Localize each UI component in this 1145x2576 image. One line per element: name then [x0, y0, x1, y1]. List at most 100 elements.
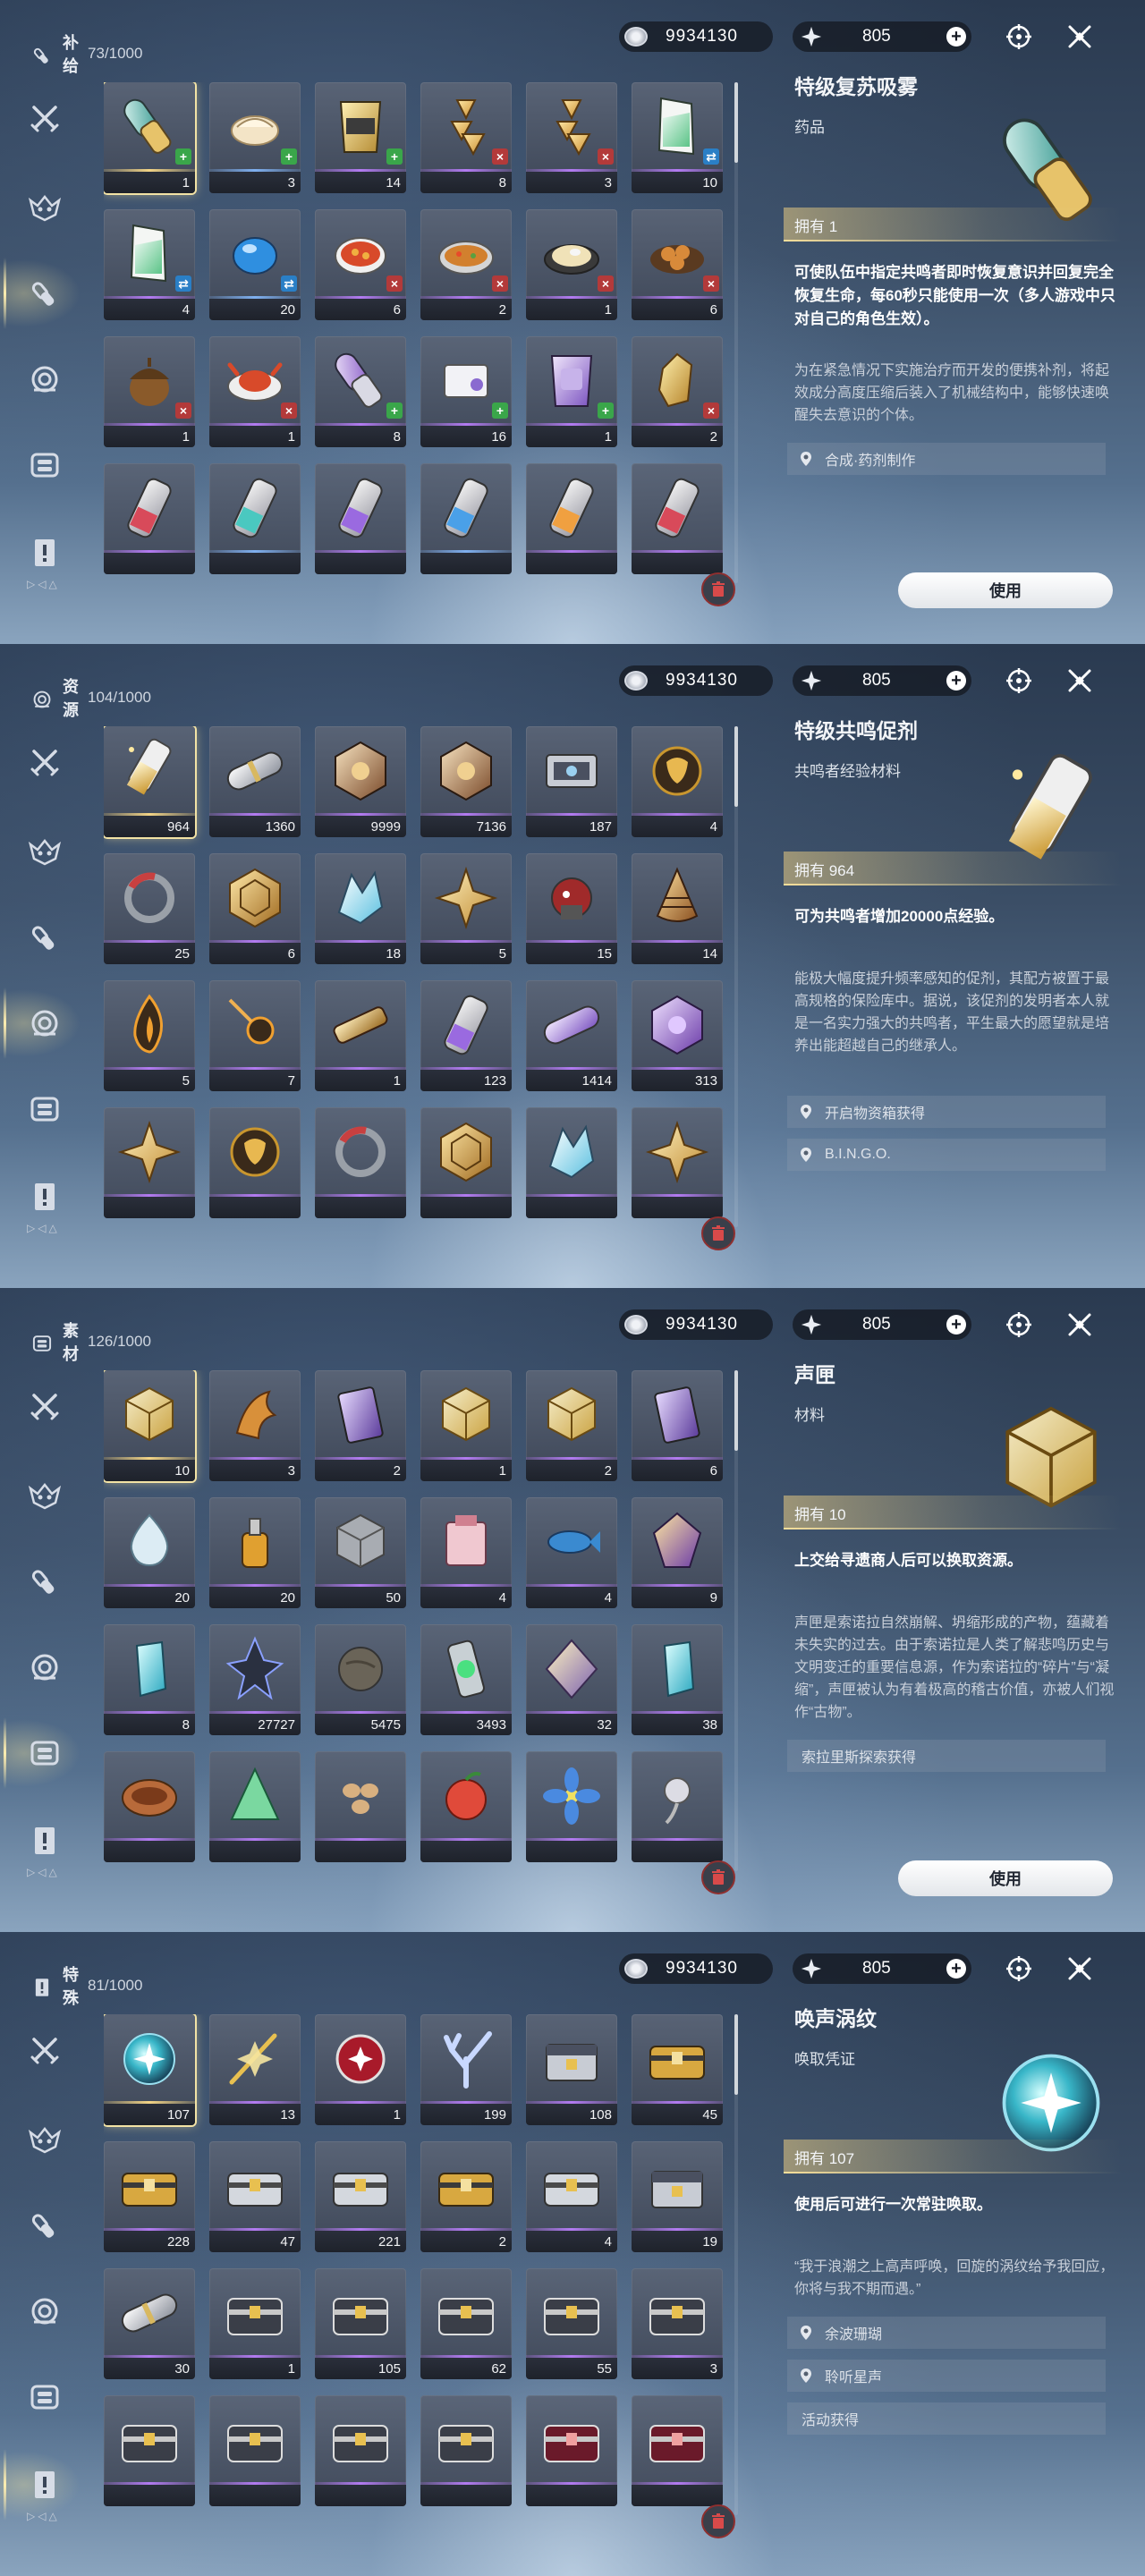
item-slot[interactable] [526, 1107, 617, 1218]
item-slot[interactable]: 1 [420, 1370, 512, 1481]
item-slot[interactable]: 6 [632, 1370, 723, 1481]
item-slot[interactable]: 14 [632, 853, 723, 964]
item-slot[interactable]: 55 [526, 2268, 617, 2379]
sort-toggle-icon[interactable]: ▷◁△ [27, 1222, 60, 1234]
item-slot[interactable]: + 8 [315, 336, 406, 447]
item-slot[interactable] [632, 463, 723, 574]
item-slot[interactable] [315, 2395, 406, 2506]
sidebar-tab-echo-mask[interactable] [23, 186, 66, 229]
discard-button[interactable] [701, 1860, 735, 1894]
item-slot[interactable]: 1 [209, 2268, 301, 2379]
item-slot[interactable]: ⇄ 10 [632, 82, 723, 193]
sidebar-tab-gear-core[interactable] [0, 987, 81, 1059]
close-button[interactable] [1063, 1952, 1097, 1986]
item-slot[interactable]: 228 [104, 2141, 195, 2252]
item-slot[interactable] [526, 1751, 617, 1862]
item-slot[interactable]: + 14 [315, 82, 406, 193]
item-slot[interactable] [315, 1751, 406, 1862]
sidebar-tab-gear-core[interactable] [23, 2290, 66, 2333]
item-slot[interactable] [632, 1751, 723, 1862]
item-slot[interactable]: 105 [315, 2268, 406, 2379]
item-slot[interactable]: 4 [526, 2141, 617, 2252]
source-entry[interactable]: 开启物资箱获得 [787, 1096, 1106, 1128]
sidebar-tab-echo-mask[interactable] [23, 1474, 66, 1517]
item-slot[interactable] [209, 1107, 301, 1218]
item-slot[interactable]: 4 [526, 1497, 617, 1608]
focus-button[interactable] [1002, 664, 1036, 698]
item-slot[interactable]: 1 [315, 2014, 406, 2125]
focus-button[interactable] [1002, 1308, 1036, 1342]
item-slot[interactable]: 7 [209, 980, 301, 1091]
sidebar-tab-crossed-swords[interactable] [23, 741, 66, 784]
item-slot[interactable]: 108 [526, 2014, 617, 2125]
grid-scrollbar[interactable] [734, 82, 738, 583]
item-slot[interactable] [209, 2395, 301, 2506]
item-slot[interactable]: 20 [104, 1497, 195, 1608]
item-slot[interactable]: 5 [420, 853, 512, 964]
close-button[interactable] [1063, 20, 1097, 54]
sidebar-tab-crossed-swords[interactable] [23, 1385, 66, 1428]
item-slot[interactable] [632, 1107, 723, 1218]
item-slot[interactable] [209, 463, 301, 574]
sidebar-tab-material-chip[interactable] [23, 2376, 66, 2419]
sidebar-tab-crossed-swords[interactable] [23, 97, 66, 140]
close-button[interactable] [1063, 1308, 1097, 1342]
grid-scrollbar[interactable] [734, 726, 738, 1227]
item-slot[interactable]: + 1 [104, 82, 195, 193]
item-slot[interactable]: 50 [315, 1497, 406, 1608]
scrollbar-thumb[interactable] [734, 82, 738, 163]
item-slot[interactable]: 19 [632, 2141, 723, 2252]
item-slot[interactable]: 47 [209, 2141, 301, 2252]
item-slot[interactable]: 32 [526, 1624, 617, 1735]
item-slot[interactable]: 2 [315, 1370, 406, 1481]
item-slot[interactable] [104, 1751, 195, 1862]
item-slot[interactable]: + 1 [526, 336, 617, 447]
sidebar-tab-gear-core[interactable] [23, 358, 66, 401]
source-entry[interactable]: 余波珊瑚 [787, 2317, 1106, 2349]
item-slot[interactable]: 8 [104, 1624, 195, 1735]
item-slot[interactable]: 27727 [209, 1624, 301, 1735]
item-slot[interactable]: × 1 [209, 336, 301, 447]
item-slot[interactable]: 4 [420, 1497, 512, 1608]
item-slot[interactable] [209, 1751, 301, 1862]
focus-button[interactable] [1002, 20, 1036, 54]
item-slot[interactable] [104, 2395, 195, 2506]
sidebar-tab-material-chip[interactable] [23, 444, 66, 487]
item-slot[interactable]: × 6 [315, 209, 406, 320]
sidebar-tab-inhaler[interactable] [0, 258, 81, 329]
source-entry[interactable]: 索拉里斯探索获得 [787, 1740, 1106, 1772]
item-slot[interactable]: ⇄ 4 [104, 209, 195, 320]
item-slot[interactable]: × 3 [526, 82, 617, 193]
sort-toggle-icon[interactable]: ▷◁△ [27, 1866, 60, 1878]
scrollbar-thumb[interactable] [734, 2014, 738, 2095]
item-slot[interactable] [420, 1107, 512, 1218]
item-slot[interactable]: 13 [209, 2014, 301, 2125]
item-slot[interactable]: 18 [315, 853, 406, 964]
item-slot[interactable]: 107 [104, 2014, 195, 2125]
sidebar-tab-quest-doc[interactable] [0, 2449, 81, 2521]
item-slot[interactable] [420, 1751, 512, 1862]
item-slot[interactable]: 20 [209, 1497, 301, 1608]
item-slot[interactable]: 6 [209, 853, 301, 964]
item-slot[interactable]: 3493 [420, 1624, 512, 1735]
item-slot[interactable]: 123 [420, 980, 512, 1091]
item-slot[interactable]: 2 [420, 2141, 512, 2252]
item-slot[interactable]: 9 [632, 1497, 723, 1608]
item-slot[interactable]: 199 [420, 2014, 512, 2125]
sidebar-tab-inhaler[interactable] [23, 1560, 66, 1603]
item-slot[interactable]: ⇄ 20 [209, 209, 301, 320]
item-slot[interactable] [104, 1107, 195, 1218]
sort-toggle-icon[interactable]: ▷◁△ [27, 2510, 60, 2522]
item-slot[interactable]: 7136 [420, 726, 512, 837]
source-entry[interactable]: 聆听星声 [787, 2360, 1106, 2392]
item-slot[interactable]: 62 [420, 2268, 512, 2379]
sidebar-tab-inhaler[interactable] [23, 2204, 66, 2247]
item-slot[interactable]: 9999 [315, 726, 406, 837]
sidebar-tab-gear-core[interactable] [23, 1646, 66, 1689]
item-slot[interactable]: × 1 [104, 336, 195, 447]
sidebar-tab-inhaler[interactable] [23, 916, 66, 959]
use-button[interactable]: 使用 [898, 1860, 1113, 1896]
item-slot[interactable] [420, 463, 512, 574]
item-slot[interactable]: × 2 [420, 209, 512, 320]
item-slot[interactable]: + 3 [209, 82, 301, 193]
